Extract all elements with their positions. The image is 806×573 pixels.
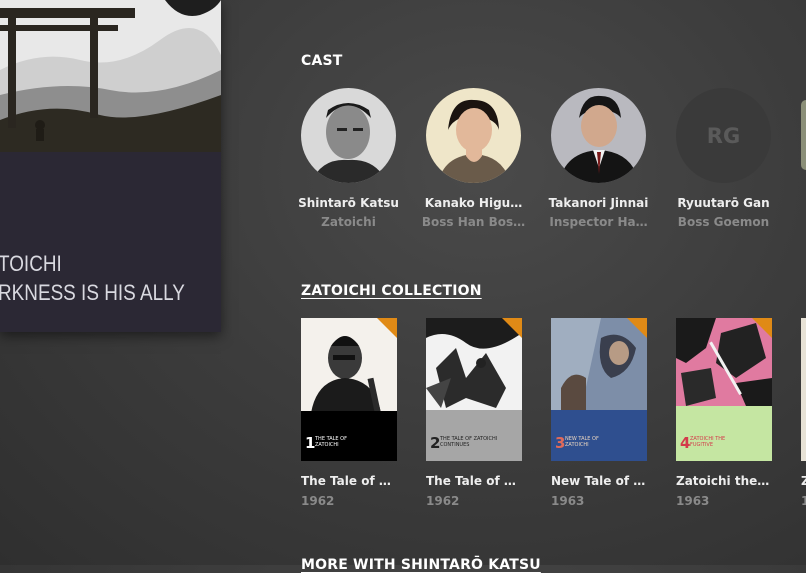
movie-title: The Tale of Z… bbox=[426, 474, 522, 488]
movie-cover[interactable]: 2 THE TALE OF ZATOICHI CONTINUES bbox=[426, 318, 522, 461]
poster-title-line2: RKNESS IS HIS ALLY bbox=[0, 280, 185, 305]
collection-movie[interactable]: 3 NEW TALE OF ZATOICHI New Tale of Z… 19… bbox=[551, 318, 647, 508]
collection-movie[interactable]: 4 ZATOICHI THE FUGITIVE Zatoichi the … 1… bbox=[676, 318, 772, 508]
actor-photo bbox=[301, 88, 396, 183]
cast-name: Ryuutarō Gan bbox=[677, 196, 770, 210]
more-with-heading[interactable]: MORE WITH SHINTARŌ KATSU bbox=[301, 557, 541, 573]
cover-caption: ZATOICHI THE FUGITIVE bbox=[690, 436, 726, 448]
cast-member[interactable]: RG Ryuutarō Gan Boss Goemon bbox=[666, 88, 781, 229]
movie-title: The Tale of Z… bbox=[301, 474, 397, 488]
cover-caption: NEW TALE OF ZATOICHI bbox=[565, 436, 599, 448]
movie-year: 1962 bbox=[426, 494, 460, 508]
movie-cover[interactable]: 3 NEW TALE OF ZATOICHI bbox=[551, 318, 647, 461]
collection-heading[interactable]: ZATOICHI COLLECTION bbox=[301, 283, 482, 299]
cast-member[interactable]: Shintarō Katsu Zatoichi bbox=[291, 88, 406, 229]
cast-heading: CAST bbox=[301, 53, 343, 69]
cover-corner-badge bbox=[627, 318, 647, 338]
cover-caption: THE TALE OF ZATOICHI CONTINUES bbox=[440, 436, 498, 448]
movie-poster: TOICHI RKNESS IS HIS ALLY bbox=[0, 0, 221, 332]
cast-role: Zatoichi bbox=[321, 215, 376, 229]
cover-corner-badge bbox=[377, 318, 397, 338]
cast-member[interactable]: Kanako Higu… Boss Han Bos… bbox=[416, 88, 531, 229]
cast-member[interactable]: Takanori Jinnai Inspector Ha… bbox=[541, 88, 656, 229]
cover-corner-badge bbox=[502, 318, 522, 338]
cover-number: 3 bbox=[555, 434, 566, 452]
cover-number: 2 bbox=[430, 434, 441, 452]
cast-role: Inspector Ha… bbox=[549, 215, 648, 229]
cast-name: Shintarō Katsu bbox=[298, 196, 399, 210]
movie-year-partial: 1 bbox=[801, 494, 806, 508]
movie-cover-partial[interactable] bbox=[801, 318, 806, 461]
movie-year: 1963 bbox=[676, 494, 710, 508]
avatar[interactable] bbox=[551, 88, 646, 183]
cast-role: Boss Han Bos… bbox=[421, 215, 526, 229]
cast-name: Kanako Higu… bbox=[424, 196, 523, 210]
avatar[interactable] bbox=[426, 88, 521, 183]
movie-title: Zatoichi the … bbox=[676, 474, 772, 488]
cover-corner-badge bbox=[752, 318, 772, 338]
movie-title: New Tale of Z… bbox=[551, 474, 647, 488]
cover-number: 4 bbox=[680, 434, 691, 452]
movie-cover[interactable]: 1 THE TALE OF ZATOICHI bbox=[301, 318, 397, 461]
movie-cover[interactable]: 4 ZATOICHI THE FUGITIVE bbox=[676, 318, 772, 461]
actor-photo bbox=[426, 88, 521, 183]
movie-title-partial: Z bbox=[801, 474, 806, 488]
avatar[interactable] bbox=[301, 88, 396, 183]
actor-photo bbox=[551, 88, 646, 183]
avatar-initials[interactable]: RG bbox=[676, 88, 771, 183]
collection-movie[interactable]: 2 THE TALE OF ZATOICHI CONTINUES The Tal… bbox=[426, 318, 522, 508]
collection-movie[interactable]: 1 THE TALE OF ZATOICHI The Tale of Z… 19… bbox=[301, 318, 397, 508]
cast-name: Takanori Jinnai bbox=[548, 196, 649, 210]
movie-year: 1963 bbox=[551, 494, 585, 508]
cover-number: 1 bbox=[305, 434, 316, 452]
poster-artwork bbox=[0, 0, 221, 152]
poster-title-line1: TOICHI bbox=[0, 251, 62, 276]
poster-tagline: TOICHI RKNESS IS HIS ALLY bbox=[0, 249, 185, 307]
movie-year: 1962 bbox=[301, 494, 335, 508]
cast-avatar-partial[interactable] bbox=[801, 100, 806, 170]
cover-caption: THE TALE OF ZATOICHI bbox=[315, 436, 347, 448]
cast-role: Boss Goemon bbox=[677, 215, 770, 229]
